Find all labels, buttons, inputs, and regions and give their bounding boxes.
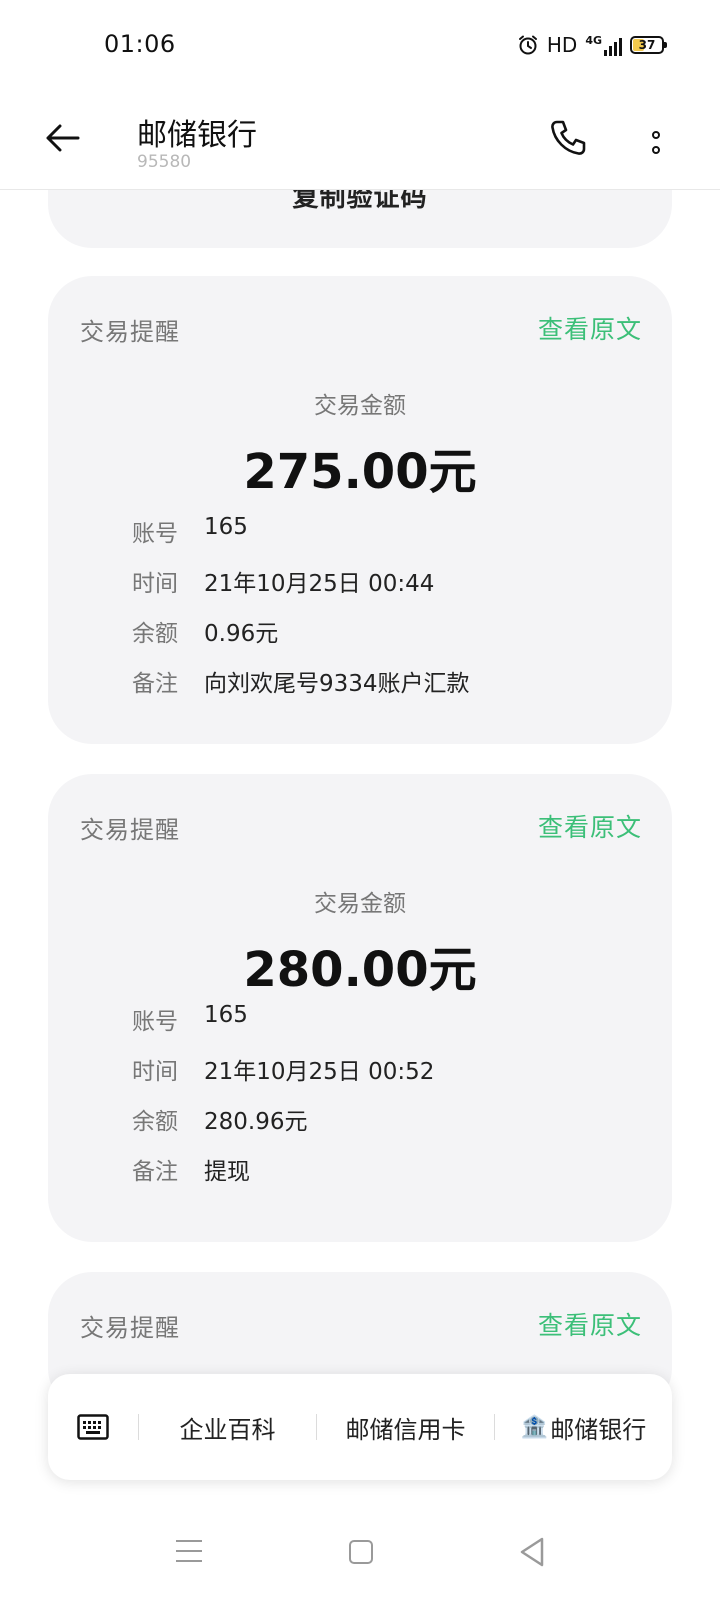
back-button[interactable] bbox=[38, 114, 86, 162]
quick-menu-bar: 企业百科 邮储信用卡 🏦 邮储银行 bbox=[48, 1374, 672, 1480]
quick-menu-label: 邮储银行 bbox=[550, 1415, 647, 1444]
detail-value: 21年10月25日 00:52 bbox=[204, 1059, 435, 1085]
detail-key: 余额 bbox=[132, 1109, 178, 1135]
detail-key: 时间 bbox=[132, 1059, 178, 1085]
message-card: 交易提醒 查看原文 交易金额 275.00元 账号 165 时间 21年10月2… bbox=[48, 276, 672, 744]
amount-value: 275.00元 bbox=[243, 444, 477, 500]
detail-value: 165 bbox=[204, 1002, 248, 1028]
bank-icon: 🏦 bbox=[520, 1414, 549, 1440]
home-button[interactable] bbox=[349, 1540, 373, 1564]
detail-key: 备注 bbox=[132, 1159, 178, 1185]
message-card: 交易提醒 查看原文 交易金额 280.00元 账号 165 时间 21年10月2… bbox=[48, 774, 672, 1242]
detail-value: 向刘欢尾号9334账户汇款 bbox=[204, 671, 470, 697]
contact-number: 95580 bbox=[137, 152, 192, 172]
system-nav-bar bbox=[0, 1520, 720, 1592]
card-type-label: 交易提醒 bbox=[80, 318, 180, 346]
menu-line-icon bbox=[176, 1540, 202, 1542]
quick-menu-item-encyclopedia[interactable]: 企业百科 bbox=[139, 1410, 316, 1445]
detail-row-balance: 余额 0.96元 bbox=[132, 614, 278, 648]
detail-row-note: 备注 向刘欢尾号9334账户汇款 bbox=[132, 664, 470, 698]
detail-key: 余额 bbox=[132, 621, 178, 647]
alarm-icon bbox=[518, 35, 537, 55]
menu-line-icon bbox=[176, 1560, 202, 1562]
detail-value: 21年10月25日 00:44 bbox=[204, 571, 435, 597]
quick-menu-label: 企业百科 bbox=[179, 1415, 276, 1444]
amount-label: 交易金额 bbox=[314, 393, 406, 419]
detail-value: 280.96元 bbox=[204, 1109, 308, 1135]
detail-row-time: 时间 21年10月25日 00:52 bbox=[132, 1052, 434, 1086]
battery-level: 37 bbox=[638, 38, 656, 52]
status-bar: 01:06 HD 4G 37 bbox=[0, 0, 720, 90]
view-original-link[interactable]: 查看原文 bbox=[538, 1306, 642, 1342]
quick-menu-item-credit-card[interactable]: 邮储信用卡 bbox=[317, 1410, 494, 1445]
hd-indicator: HD bbox=[546, 33, 578, 57]
contact-name: 邮储银行 bbox=[137, 118, 257, 153]
card-type-label: 交易提醒 bbox=[80, 816, 180, 844]
view-original-link[interactable]: 查看原文 bbox=[538, 808, 642, 844]
detail-row-note: 备注 提现 bbox=[132, 1152, 250, 1186]
detail-value: 0.96元 bbox=[204, 621, 279, 647]
card-type-label: 交易提醒 bbox=[80, 1314, 180, 1342]
more-dot-icon bbox=[652, 145, 660, 154]
recent-apps-button[interactable] bbox=[176, 1540, 202, 1562]
amount-value: 280.00元 bbox=[243, 942, 477, 998]
quick-menu-item-bank[interactable]: 🏦 邮储银行 bbox=[495, 1410, 672, 1445]
detail-key: 时间 bbox=[132, 571, 178, 597]
menu-line-icon bbox=[176, 1550, 202, 1552]
nav-back-icon[interactable] bbox=[518, 1536, 546, 1568]
status-icons: HD 4G 37 bbox=[517, 30, 667, 60]
network-type: 4G bbox=[585, 34, 602, 47]
call-button[interactable] bbox=[548, 118, 592, 162]
conversation-header: 邮储银行 95580 bbox=[0, 90, 720, 190]
more-dot-icon bbox=[652, 130, 660, 139]
view-original-link[interactable]: 查看原文 bbox=[538, 310, 642, 346]
detail-row-time: 时间 21年10月25日 00:44 bbox=[132, 564, 434, 598]
battery-icon: 37 bbox=[630, 36, 667, 54]
keyboard-toggle-button[interactable] bbox=[48, 1374, 138, 1480]
more-options-button[interactable] bbox=[638, 120, 674, 164]
detail-row-account: 账号 165 bbox=[132, 1002, 248, 1036]
phone-icon bbox=[551, 120, 586, 155]
status-time: 01:06 bbox=[104, 30, 176, 58]
network-icon: 4G bbox=[585, 34, 622, 56]
detail-key: 账号 bbox=[132, 1009, 178, 1035]
detail-row-account: 账号 165 bbox=[132, 514, 248, 548]
amount-label: 交易金额 bbox=[314, 891, 406, 917]
arrow-left-icon bbox=[46, 124, 80, 152]
detail-key: 账号 bbox=[132, 521, 178, 547]
keyboard-icon bbox=[77, 1414, 109, 1440]
detail-row-balance: 余额 280.96元 bbox=[132, 1102, 307, 1136]
detail-value: 提现 bbox=[204, 1159, 250, 1185]
detail-key: 备注 bbox=[132, 671, 178, 697]
quick-menu-label: 邮储信用卡 bbox=[345, 1415, 466, 1444]
detail-value: 165 bbox=[204, 514, 248, 540]
